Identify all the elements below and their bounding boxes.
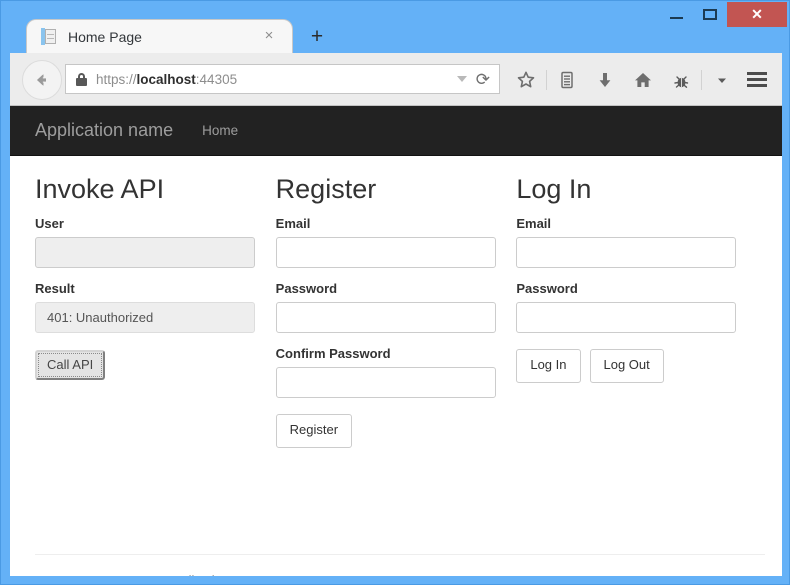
log-out-button[interactable]: Log Out [589, 348, 664, 383]
minimize-icon [669, 17, 683, 19]
toolbar-separator [701, 70, 702, 90]
register-email-label: Email [275, 215, 311, 231]
column-register: Register Email Password Confirm Password… [275, 174, 517, 448]
navbar-link-home[interactable]: Home [202, 123, 238, 138]
address-dropdown-icon[interactable] [456, 76, 467, 82]
register-password-input[interactable] [275, 301, 496, 333]
login-password-label: Password [516, 280, 578, 296]
downloads-icon[interactable] [586, 65, 624, 95]
page-viewport: Application name Home Invoke API User Re… [10, 106, 782, 576]
register-password-label: Password [275, 280, 338, 296]
column-invoke-api: Invoke API User Result 401: Unauthorized… [35, 174, 276, 448]
result-label: Result [35, 280, 75, 296]
footer-divider [35, 554, 765, 555]
url-port: :44305 [195, 71, 238, 87]
reader-list-icon[interactable] [548, 65, 586, 95]
login-email-label: Email [516, 215, 552, 231]
site-navbar: Application name Home [10, 106, 782, 156]
footer-copyright: © 2014 - My ASP.NET Application [35, 573, 765, 576]
home-icon[interactable] [624, 65, 662, 95]
browser-toolbar: https://localhost:44305 ⟳ [10, 53, 782, 106]
lock-icon [76, 72, 87, 86]
call-api-button[interactable]: Call API [35, 349, 106, 380]
page-footer: © 2014 - My ASP.NET Application [35, 554, 765, 576]
login-button-row: Log In Log Out [516, 333, 757, 383]
url-scheme: https:// [96, 71, 137, 87]
result-value: 401: Unauthorized [35, 301, 255, 333]
login-password-input[interactable] [516, 301, 737, 333]
page-favicon-icon [41, 28, 57, 45]
tab-strip: Home Page × + [10, 20, 780, 53]
new-tab-button[interactable]: + [306, 26, 328, 48]
column-log-in: Log In Email Password Log In Log Out [516, 174, 757, 448]
log-in-heading: Log In [516, 174, 592, 204]
maximize-icon [703, 8, 717, 20]
browser-window: ✕ Home Page × + https://localhost:44305 … [0, 0, 790, 585]
url-host: localhost [136, 71, 196, 87]
user-input[interactable] [35, 236, 255, 268]
address-bar[interactable]: https://localhost:44305 ⟳ [65, 64, 500, 94]
navbar-brand[interactable]: Application name [35, 120, 173, 141]
hamburger-menu-icon[interactable] [744, 66, 770, 92]
register-email-input[interactable] [275, 236, 496, 268]
register-confirm-password-input[interactable] [275, 366, 496, 398]
register-button[interactable]: Register [275, 413, 353, 448]
column-container: Invoke API User Result 401: Unauthorized… [35, 156, 757, 448]
browser-tab-home-page[interactable]: Home Page × [27, 20, 292, 53]
tab-close-icon[interactable]: × [262, 28, 276, 43]
page-content: Invoke API User Result 401: Unauthorized… [10, 156, 782, 576]
tab-title: Home Page [68, 28, 142, 45]
log-in-button[interactable]: Log In [516, 348, 581, 383]
register-heading: Register [275, 174, 377, 204]
toolbar-icons [507, 65, 741, 95]
bookmark-star-icon[interactable] [507, 65, 545, 95]
overflow-caret-icon[interactable] [703, 65, 741, 95]
reload-icon[interactable]: ⟳ [476, 71, 490, 88]
register-confirm-password-label: Confirm Password [275, 345, 391, 361]
user-label: User [35, 215, 64, 231]
back-button[interactable] [22, 60, 62, 100]
address-bar-url: https://localhost:44305 [96, 72, 237, 87]
firebug-icon[interactable] [662, 65, 700, 95]
invoke-api-heading: Invoke API [35, 174, 165, 204]
login-email-input[interactable] [516, 236, 737, 268]
toolbar-separator [546, 70, 547, 90]
